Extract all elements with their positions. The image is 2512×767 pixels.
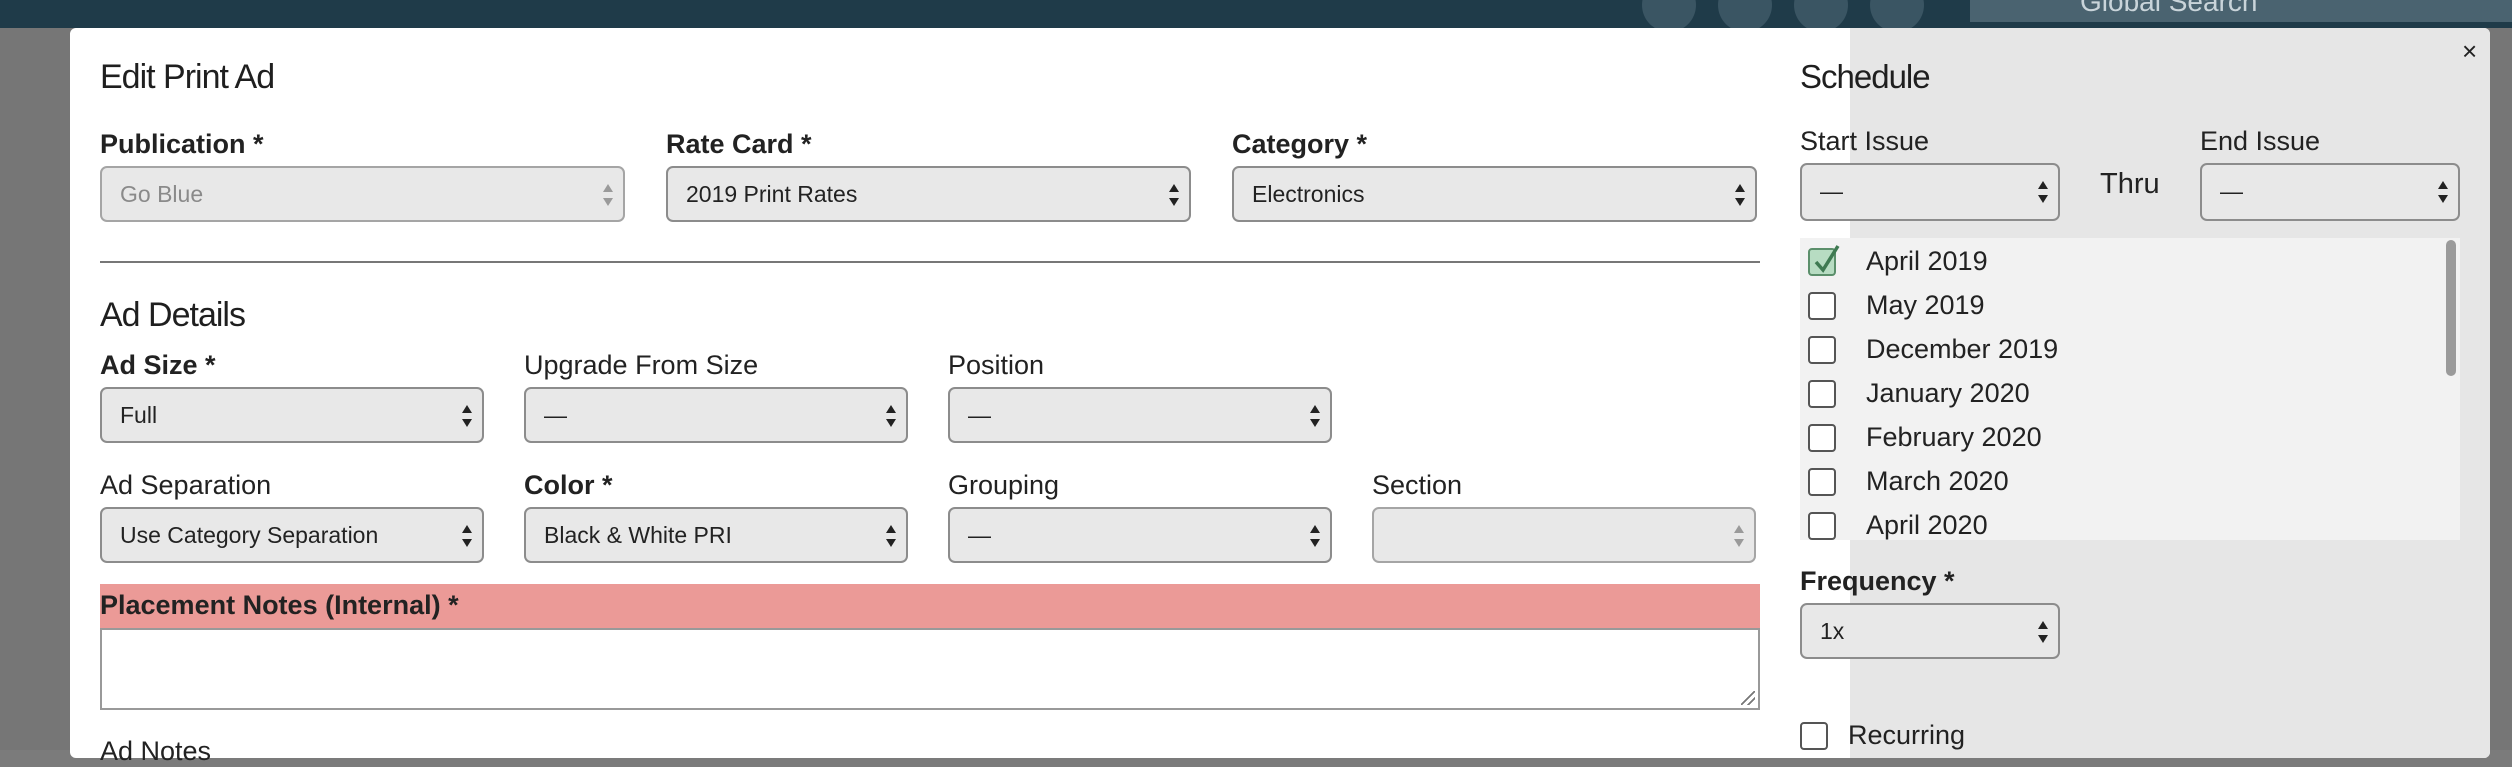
upgrade-from-size-value: — <box>544 402 567 428</box>
ad-size-value: Full <box>120 402 158 428</box>
ad-separation-label: Ad Separation <box>100 470 272 500</box>
schedule-heading: Schedule <box>1800 58 1931 95</box>
upgrade-from-size-select[interactable]: — <box>524 387 908 443</box>
ad-separation-select[interactable]: Use Category Separation <box>100 507 484 563</box>
select-arrows-icon <box>2038 179 2048 205</box>
position-value: — <box>968 402 991 428</box>
issue-checkbox[interactable] <box>1808 336 1836 364</box>
color-value: Black & White PRI <box>544 522 732 548</box>
section-label: Section <box>1372 470 1463 500</box>
recurring-checkbox[interactable] <box>1800 722 1828 750</box>
select-arrows-icon <box>1310 523 1320 549</box>
checkmark-icon <box>1814 245 1840 273</box>
issue-checkbox[interactable] <box>1808 468 1836 496</box>
issue-label: April 2019 <box>1866 246 1988 276</box>
ad-details-heading: Ad Details <box>100 296 246 334</box>
recurring-option[interactable]: Recurring <box>1800 718 2100 754</box>
placement-notes-label: Placement Notes (Internal) * <box>100 590 459 620</box>
issue-checkbox[interactable] <box>1808 512 1836 540</box>
rate-card-value: 2019 Print Rates <box>686 181 858 207</box>
close-icon[interactable]: × <box>2462 38 2477 64</box>
grouping-select[interactable]: — <box>948 507 1332 563</box>
modal-title: Edit Print Ad <box>100 58 275 96</box>
grouping-label: Grouping <box>948 470 1060 500</box>
select-arrows-icon <box>1169 182 1179 208</box>
select-arrows-icon <box>886 403 896 429</box>
recurring-label: Recurring <box>1848 720 1966 750</box>
issue-checkbox[interactable] <box>1808 380 1836 408</box>
color-select[interactable]: Black & White PRI <box>524 507 908 563</box>
frequency-select[interactable]: 1x <box>1800 603 2060 659</box>
end-issue-label: End Issue <box>2200 126 2321 156</box>
publication-select: Go Blue <box>100 166 625 222</box>
position-label: Position <box>948 350 1045 380</box>
ad-size-select[interactable]: Full <box>100 387 484 443</box>
issue-list-scrollbar[interactable] <box>2446 240 2456 376</box>
ad-notes-label: Ad Notes <box>100 736 212 766</box>
select-arrows-icon <box>462 403 472 429</box>
select-arrows-icon <box>603 182 613 208</box>
select-arrows-icon <box>1734 523 1744 549</box>
select-arrows-icon <box>1735 182 1745 208</box>
issue-label: March 2020 <box>1866 466 2009 496</box>
thru-label: Thru <box>2100 168 2160 200</box>
section-select <box>1372 507 1756 563</box>
issue-label: January 2020 <box>1866 378 2030 408</box>
resize-grip-icon[interactable] <box>1741 691 1755 705</box>
select-arrows-icon <box>2038 619 2048 645</box>
issue-checklist[interactable]: April 2019 May 2019 December 2019 Januar… <box>1800 238 2460 540</box>
grouping-value: — <box>968 522 991 548</box>
start-issue-label: Start Issue <box>1800 126 1930 156</box>
issue-checkbox-checked[interactable] <box>1808 245 1840 276</box>
issue-label: April 2020 <box>1866 510 1988 540</box>
frequency-value: 1x <box>1820 618 1845 644</box>
global-search-input[interactable]: Global Search <box>1970 0 2512 22</box>
frequency-label: Frequency * <box>1800 566 1955 596</box>
select-arrows-icon <box>1310 403 1320 429</box>
issue-label: May 2019 <box>1866 290 1985 320</box>
rate-card-select[interactable]: 2019 Print Rates <box>666 166 1191 222</box>
upgrade-from-size-label: Upgrade From Size <box>524 350 759 380</box>
ad-separation-value: Use Category Separation <box>120 522 379 548</box>
category-value: Electronics <box>1252 181 1365 207</box>
start-issue-select[interactable]: — <box>1800 163 2060 221</box>
section-divider <box>100 261 1760 263</box>
position-select[interactable]: — <box>948 387 1332 443</box>
publication-value: Go Blue <box>120 181 204 207</box>
global-search-placeholder: Global Search <box>2080 0 2258 17</box>
category-label: Category * <box>1232 129 1368 159</box>
end-issue-value: — <box>2220 178 2243 204</box>
placement-notes-header: Placement Notes (Internal) * <box>100 584 1760 628</box>
issue-checkbox[interactable] <box>1808 424 1836 452</box>
color-label: Color * <box>524 470 613 500</box>
issue-checkbox[interactable] <box>1808 292 1836 320</box>
select-arrows-icon <box>2438 179 2448 205</box>
category-select[interactable]: Electronics <box>1232 166 1757 222</box>
select-arrows-icon <box>886 523 896 549</box>
placement-notes-textarea[interactable] <box>100 628 1760 710</box>
rate-card-label: Rate Card * <box>666 129 812 159</box>
ad-size-label: Ad Size * <box>100 350 216 380</box>
issue-label: December 2019 <box>1866 334 2059 364</box>
end-issue-select[interactable]: — <box>2200 163 2460 221</box>
select-arrows-icon <box>462 523 472 549</box>
issue-label: February 2020 <box>1866 422 2042 452</box>
start-issue-value: — <box>1820 178 1843 204</box>
publication-label: Publication * <box>100 129 264 159</box>
